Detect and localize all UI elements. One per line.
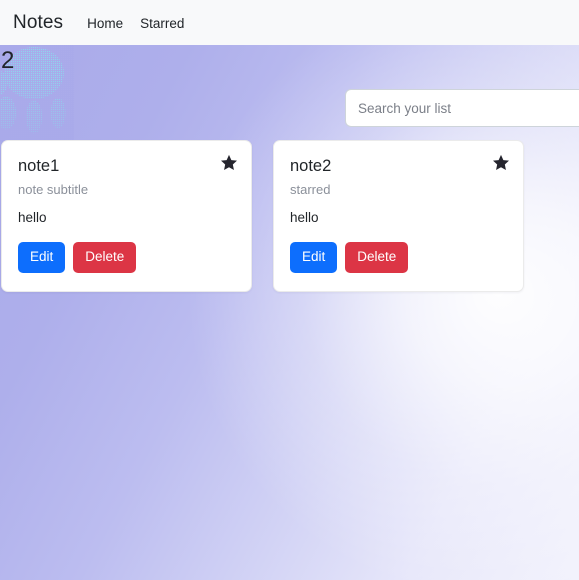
- note-card-body: note1 note subtitle hello Edit Delete: [2, 141, 251, 291]
- note-body-text: hello: [18, 210, 47, 226]
- star-icon[interactable]: [220, 154, 238, 172]
- star-icon[interactable]: [492, 154, 510, 172]
- navbar-brand[interactable]: Notes: [13, 13, 63, 32]
- note-actions: Edit Delete: [18, 242, 137, 273]
- delete-button[interactable]: Delete: [73, 242, 137, 273]
- note-title: note2: [290, 157, 332, 175]
- nav-link-starred[interactable]: Starred: [140, 17, 184, 31]
- note-actions: Edit Delete: [290, 242, 409, 273]
- edit-button[interactable]: Edit: [290, 242, 338, 273]
- edit-button[interactable]: Edit: [18, 242, 66, 273]
- nav-link-home[interactable]: Home: [87, 17, 123, 31]
- note-subtitle: starred: [290, 182, 331, 198]
- broken-image-alt-text: 2: [1, 47, 15, 74]
- search-input[interactable]: [345, 89, 579, 127]
- note-subtitle: note subtitle: [18, 182, 89, 198]
- note-card[interactable]: note1 note subtitle hello Edit Delete: [1, 140, 252, 292]
- navbar-links: Home Starred: [87, 17, 184, 31]
- note-card-body: note2 starred hello Edit Delete: [274, 141, 523, 291]
- delete-button[interactable]: Delete: [345, 242, 409, 273]
- notes-app-window: Notes Home Starred 2 note1 note subtitle…: [0, 0, 579, 580]
- navbar: Notes Home Starred: [0, 0, 579, 45]
- note-card[interactable]: note2 starred hello Edit Delete: [273, 140, 524, 292]
- note-title: note1: [18, 157, 60, 175]
- note-body-text: hello: [290, 210, 319, 226]
